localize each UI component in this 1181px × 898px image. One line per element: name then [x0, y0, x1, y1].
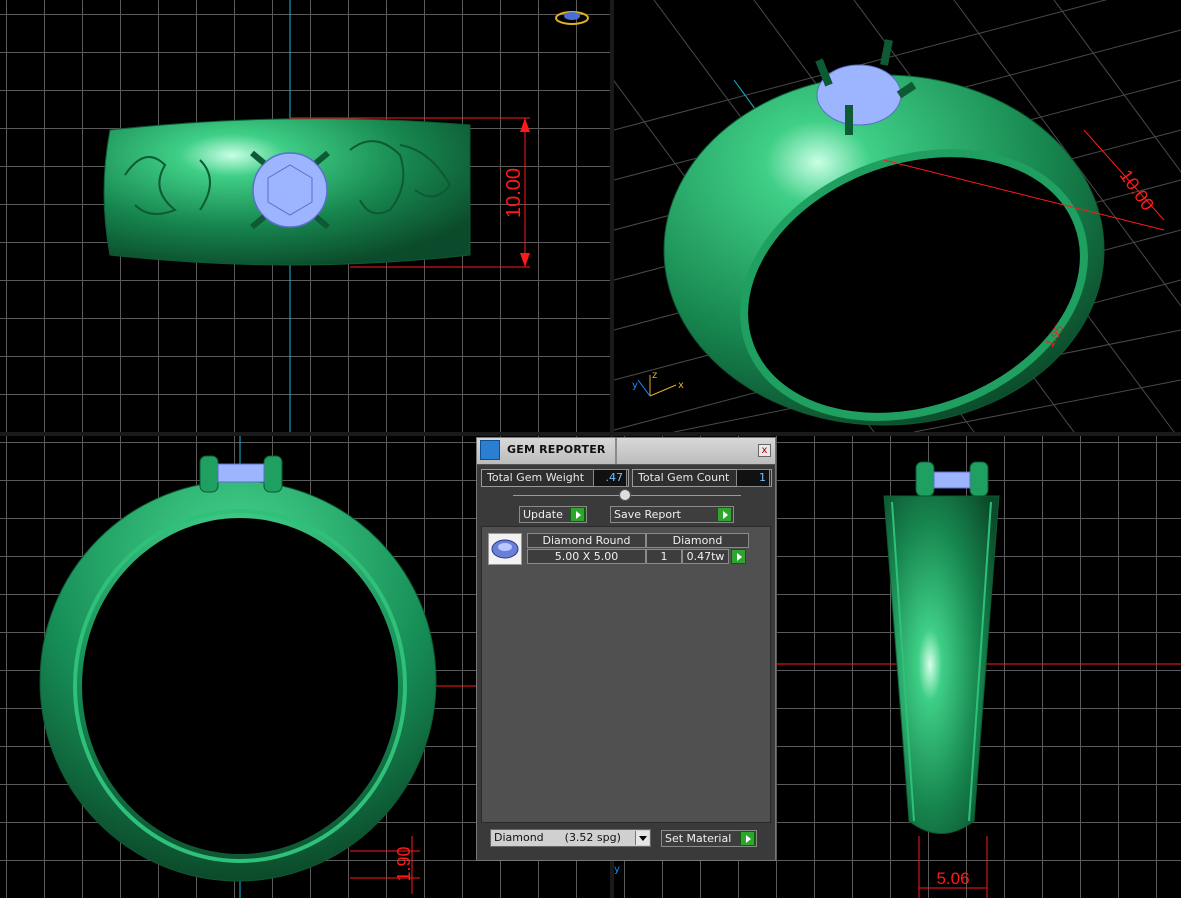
viewport-perspective[interactable]: 10.00 1.95 z y x [614, 0, 1181, 432]
dimension-height: 10.00 [503, 168, 525, 218]
update-button[interactable]: Update [519, 506, 587, 523]
axis-y-label: y [632, 380, 638, 391]
close-button[interactable]: x [758, 444, 771, 457]
gem-diamond [252, 152, 328, 228]
save-report-play-icon[interactable] [717, 507, 732, 522]
viewport-front[interactable]: 10.00 [0, 0, 610, 432]
gem-end [933, 471, 971, 489]
dialog-titlebar[interactable]: GEM REPORTER x [477, 438, 775, 465]
gem-diamond-perspective [816, 64, 902, 126]
gem-material-cell: Diamond [646, 533, 749, 548]
perspective-view-canvas: 10.00 1.95 z y x [614, 0, 1181, 432]
update-play-icon[interactable] [570, 507, 585, 522]
panel-slider-handle[interactable] [619, 489, 631, 501]
dialog-title: GEM REPORTER [507, 443, 606, 456]
set-material-play-icon[interactable] [740, 831, 755, 846]
gem-reporter-dialog: GEM REPORTER x Total Gem Weight .47 Tota… [476, 437, 776, 861]
dimension-width-end: 5.06 [936, 869, 969, 888]
front-view-canvas: 10.00 [103, 0, 589, 432]
gem-weight-cell: 0.47tw [682, 549, 729, 564]
gem-size-cell: 5.00 X 5.00 [527, 549, 646, 564]
material-select[interactable]: Diamond (3.52 spg) [490, 829, 651, 847]
axis-x-label: x [678, 380, 684, 391]
chevron-down-icon[interactable] [635, 831, 649, 845]
set-material-button[interactable]: Set Material [661, 830, 757, 847]
total-gem-weight-field[interactable]: .47 [593, 469, 627, 487]
gem-shape-cell: Diamond Round [527, 533, 646, 548]
dimension-height-perspective: 10.00 [1116, 166, 1158, 214]
viewport-divider-horizontal[interactable] [0, 432, 1181, 436]
total-gem-count-field[interactable]: 1 [736, 469, 770, 487]
axis-y-label-end: y [614, 864, 620, 875]
gem-row-play-icon[interactable] [731, 549, 746, 564]
diamond-round-thumbnail[interactable] [488, 533, 522, 565]
axis-z-label: z [652, 370, 657, 381]
gem-side [217, 463, 265, 483]
gem-count-cell: 1 [646, 549, 682, 564]
gem-reporter-icon [480, 440, 500, 460]
save-report-button[interactable]: Save Report [610, 506, 734, 523]
gem-list-panel[interactable]: Diamond Round Diamond 5.00 X 5.00 1 0.47… [481, 526, 771, 823]
ring-end [883, 495, 1000, 834]
dimension-thickness-side: 1.90 [394, 846, 414, 881]
